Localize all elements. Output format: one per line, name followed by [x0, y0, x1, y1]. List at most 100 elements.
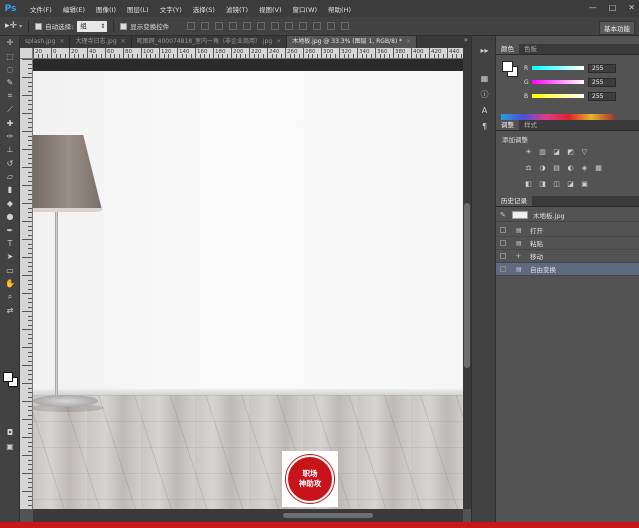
horizontal-scroll-thumb[interactable]	[283, 513, 373, 518]
color-lookup-icon[interactable]: ▦	[594, 164, 603, 173]
history-brush-checkbox[interactable]	[500, 227, 506, 233]
blur-tool-icon[interactable]: ◆	[0, 197, 20, 210]
history-brush-tool-icon[interactable]: ↺	[0, 157, 20, 170]
show-transform-checkbox[interactable]	[120, 22, 128, 30]
default-colors-icon[interactable]: ⇄	[0, 304, 20, 317]
curves-icon[interactable]: ◪	[552, 148, 561, 157]
menu-select[interactable]: 选择(S)	[193, 4, 215, 14]
tab-dalisi-log[interactable]: 大理寺日志.jpg ×	[70, 36, 132, 48]
close-icon[interactable]: ×	[406, 38, 411, 45]
minimize-icon[interactable]: —	[589, 3, 597, 12]
levels-icon[interactable]: ▥	[538, 148, 547, 157]
photo-filter-icon[interactable]: ◐	[566, 164, 575, 173]
document-canvas[interactable]: 职场 神助攻	[33, 59, 463, 509]
posterize-icon[interactable]: ◨	[538, 180, 547, 189]
history-item-free-transform[interactable]: ▤ 自由变换	[496, 263, 639, 276]
quick-select-tool-icon[interactable]: ✎	[0, 76, 20, 89]
tab-adjustments[interactable]: 调整	[496, 120, 519, 130]
channel-mixer-icon[interactable]: ◈	[580, 164, 589, 173]
gradient-map-icon[interactable]: ▣	[580, 180, 589, 189]
gradient-tool-icon[interactable]: ▮	[0, 183, 20, 196]
auto-select-dropdown[interactable]: 组	[77, 20, 108, 32]
align-bottom-icon[interactable]	[215, 22, 224, 30]
dodge-tool-icon[interactable]: ●	[0, 210, 20, 223]
close-icon[interactable]: ×	[59, 38, 64, 45]
marquee-tool-icon[interactable]: ⬚	[0, 49, 20, 62]
blue-value-input[interactable]: 255	[588, 91, 616, 101]
crop-tool-icon[interactable]: ⌗	[0, 90, 20, 103]
type-tool-icon[interactable]: T	[0, 237, 20, 250]
align-left-icon[interactable]	[229, 22, 238, 30]
close-icon[interactable]: ✕	[628, 3, 635, 12]
red-value-input[interactable]: 255	[588, 63, 616, 73]
tabs-overflow-icon[interactable]: »	[464, 36, 468, 44]
tab-swatches[interactable]: 色板	[519, 44, 542, 54]
brightness-contrast-icon[interactable]: ☀	[524, 148, 533, 157]
info-icon[interactable]: ⓘ	[472, 86, 497, 102]
workspace-switcher[interactable]: 基本功能	[599, 21, 635, 35]
tab-styles[interactable]: 样式	[519, 120, 542, 130]
menu-edit[interactable]: 编辑(E)	[63, 4, 85, 14]
align-top-icon[interactable]	[187, 22, 196, 30]
quick-mask-icon[interactable]: ◘	[0, 426, 20, 439]
green-slider[interactable]	[532, 80, 584, 84]
history-item-move[interactable]: ✛ 移动	[496, 250, 639, 263]
menu-window[interactable]: 窗口(W)	[293, 4, 318, 14]
tab-splash[interactable]: splash.jpg ×	[20, 36, 71, 48]
foreground-color-swatch[interactable]	[3, 372, 13, 382]
blue-slider[interactable]	[532, 94, 584, 98]
history-snapshot[interactable]: 木地板.jpg	[496, 208, 639, 222]
threshold-icon[interactable]: ◫	[552, 180, 561, 189]
screen-mode-icon[interactable]: ▣	[0, 440, 20, 453]
green-value-input[interactable]: 255	[588, 77, 616, 87]
black-white-icon[interactable]: ▤	[552, 164, 561, 173]
vertical-ruler[interactable]	[20, 59, 33, 509]
menu-file[interactable]: 文件(F)	[30, 4, 52, 14]
align-center-icon[interactable]	[243, 22, 252, 30]
close-icon[interactable]: ×	[276, 38, 281, 45]
paragraph-icon[interactable]: ¶	[472, 118, 497, 134]
menu-filter[interactable]: 滤镜(T)	[226, 4, 248, 14]
history-brush-checkbox[interactable]	[500, 266, 506, 272]
distribute-right-icon[interactable]	[341, 22, 350, 30]
zoom-tool-icon[interactable]: ⌕	[0, 290, 20, 303]
horizontal-ruler[interactable]: 20 0 20 40 60 80 100 120 140 160 180 200 220 240 260 28…	[33, 48, 463, 59]
distribute-top-icon[interactable]	[271, 22, 280, 30]
color-balance-icon[interactable]: ◑	[538, 164, 547, 173]
move-tool-icon[interactable]: ✛	[0, 36, 20, 49]
menu-layer[interactable]: 图层(L)	[127, 4, 149, 14]
vibrance-icon[interactable]: ▽	[580, 148, 589, 157]
clone-stamp-tool-icon[interactable]: ⊥	[0, 143, 20, 156]
distribute-middle-icon[interactable]	[285, 22, 294, 30]
red-slider[interactable]	[532, 66, 584, 70]
path-select-tool-icon[interactable]: ➤	[0, 250, 20, 263]
history-item-open[interactable]: ▤ 打开	[496, 224, 639, 237]
pen-tool-icon[interactable]: ✒	[0, 223, 20, 236]
tab-wood-floor[interactable]: 木地板.jpg @ 33.3% (图层 1, RGB/8) * ×	[287, 36, 418, 48]
tool-preset-chevron-icon[interactable]: ▾	[19, 23, 22, 30]
distribute-left-icon[interactable]	[313, 22, 322, 30]
eraser-tool-icon[interactable]: ▱	[0, 170, 20, 183]
align-right-icon[interactable]	[257, 22, 266, 30]
healing-brush-tool-icon[interactable]: ✚	[0, 116, 20, 129]
foreground-color-swatch[interactable]	[502, 61, 513, 72]
horizontal-scrollbar[interactable]	[33, 509, 463, 522]
lasso-tool-icon[interactable]: ◌	[0, 63, 20, 76]
align-middle-icon[interactable]	[201, 22, 210, 30]
character-icon[interactable]: A	[472, 102, 497, 118]
tab-nipic-room[interactable]: 昵图网_400074818_室内一角（非企业商用）.jpg ×	[132, 36, 288, 48]
selective-color-icon[interactable]: ◪	[566, 180, 575, 189]
vertical-scroll-thumb[interactable]	[464, 203, 470, 368]
eyedropper-tool-icon[interactable]: ⟋	[0, 103, 20, 116]
hand-tool-icon[interactable]: ✋	[0, 277, 20, 290]
auto-select-checkbox[interactable]	[35, 22, 43, 30]
menu-view[interactable]: 视图(V)	[259, 4, 282, 14]
invert-icon[interactable]: ◧	[524, 180, 533, 189]
hue-saturation-icon[interactable]: ⚖	[524, 164, 533, 173]
maximize-icon[interactable]: □	[609, 3, 617, 12]
vertical-scrollbar[interactable]	[463, 48, 471, 509]
move-tool-icon[interactable]: ▸✛	[5, 21, 17, 31]
menu-image[interactable]: 图像(I)	[96, 4, 116, 14]
tab-color[interactable]: 颜色	[496, 44, 519, 54]
menu-help[interactable]: 帮助(H)	[328, 4, 351, 14]
